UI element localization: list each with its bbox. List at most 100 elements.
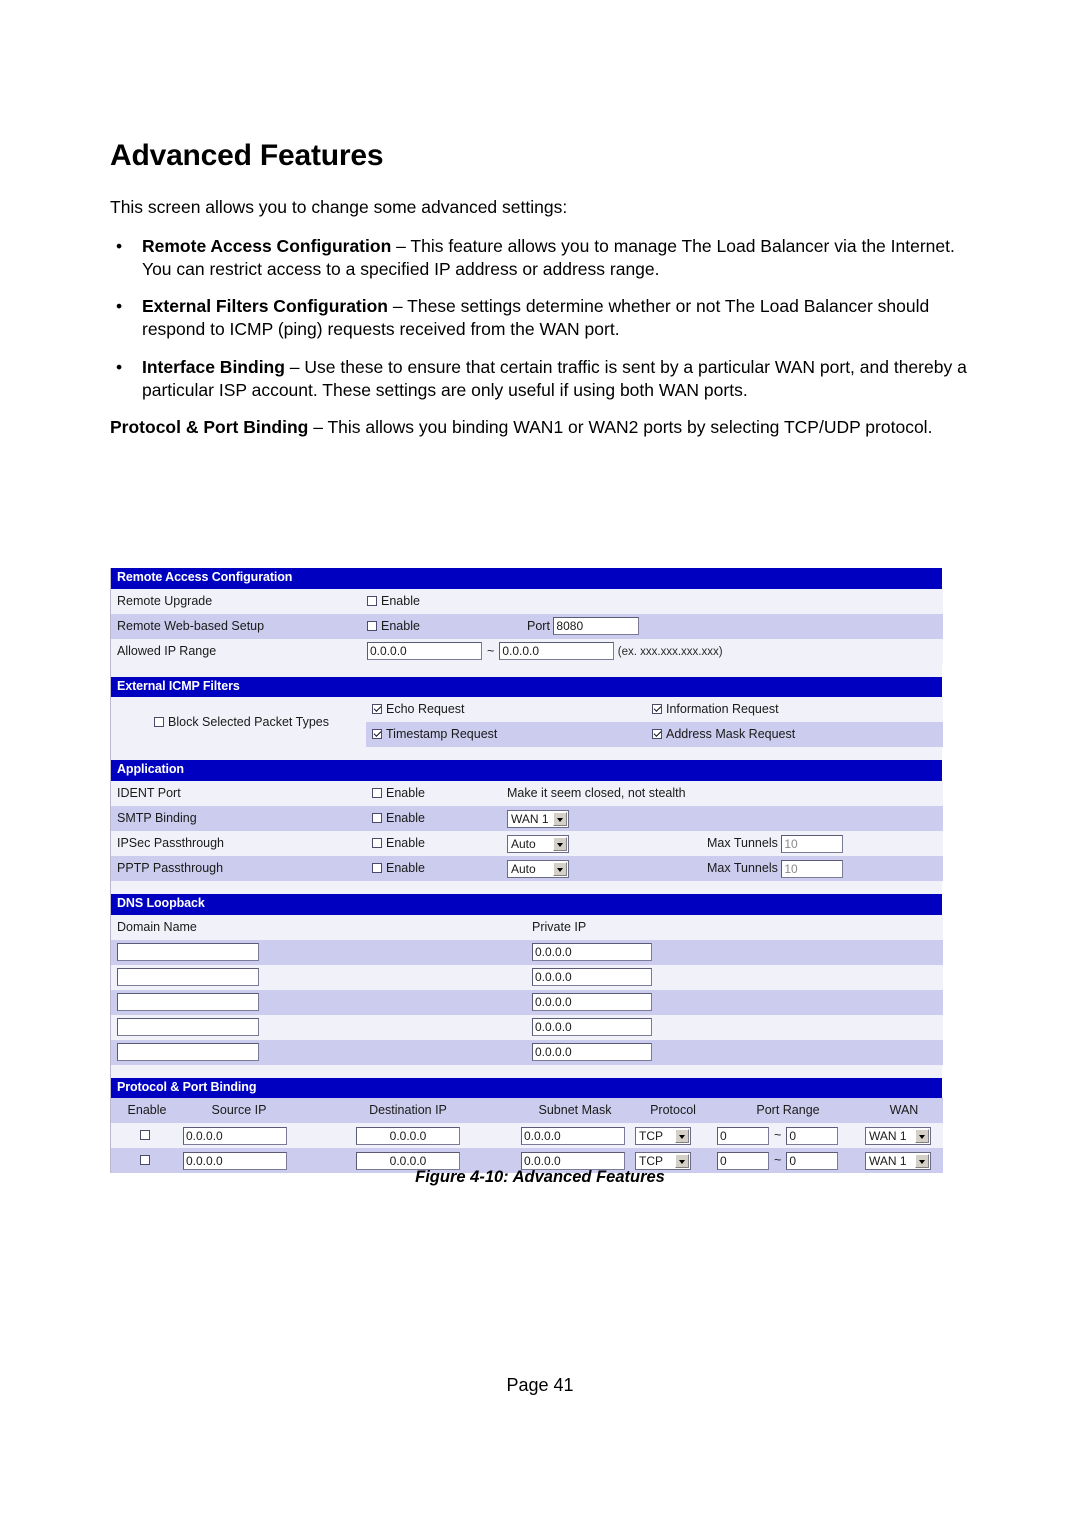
checkbox-information-request[interactable] (652, 704, 662, 715)
block-packet-types-cell[interactable]: Block Selected Packet Types (111, 697, 366, 748)
icmp-type-cell[interactable]: Information Request (646, 697, 943, 723)
select-smtp-binding-wan[interactable]: WAN 1 (507, 809, 569, 828)
ipsec-enable-cell[interactable]: Enable (366, 830, 501, 856)
select-ipsec-mode[interactable]: Auto (507, 834, 569, 853)
chevron-down-icon[interactable] (553, 836, 567, 851)
smtp-binding-enable-cell[interactable]: Enable (366, 805, 501, 831)
ident-port-enable-cell[interactable]: Enable (366, 780, 501, 806)
input-binding-port-from[interactable]: 0 (717, 1126, 769, 1145)
select-binding-protocol[interactable]: TCP (635, 1126, 691, 1145)
table-row: 0.0.0.0 (111, 1039, 943, 1065)
allowed-ip-from-input[interactable]: 0.0.0.0 (367, 642, 482, 661)
checkbox-label: Block Selected Packet Types (168, 714, 329, 729)
intro-paragraph: This screen allows you to change some ad… (110, 196, 568, 217)
checkbox-echo-request[interactable] (372, 704, 382, 715)
input-dns-private-ip[interactable]: 0.0.0.0 (532, 1018, 652, 1037)
icmp-type-cell[interactable]: Address Mask Request (646, 722, 943, 748)
pptp-enable-cell[interactable]: Enable (366, 855, 501, 881)
select-value: WAN 1 (511, 811, 549, 826)
bullet-term: Remote Access Configuration (142, 236, 392, 257)
checkbox-ipsec-passthrough-enable[interactable] (372, 838, 382, 848)
figure-advanced-features: Remote Access Configuration Remote Upgra… (110, 568, 944, 1174)
input-dns-domain-name[interactable] (117, 993, 259, 1012)
checkbox-binding-enable[interactable] (140, 1130, 150, 1141)
trailing-text: – This allows you binding WAN1 or WAN2 p… (308, 416, 933, 437)
input-binding-subnet-mask[interactable]: 0.0.0.0 (521, 1126, 625, 1145)
dns-domain-cell (111, 1014, 526, 1040)
page-number-footer: Page 41 (506, 1375, 574, 1395)
dns-domain-cell (111, 989, 526, 1015)
input-dns-domain-name[interactable] (117, 1043, 259, 1062)
binding-enable-cell[interactable] (111, 1123, 177, 1149)
column-header-private-ip: Private IP (526, 914, 943, 940)
chevron-down-icon[interactable] (553, 811, 567, 826)
ipsec-tunnels-cell: Max Tunnels 10 (701, 830, 943, 856)
input-ipsec-max-tunnels[interactable]: 10 (781, 834, 844, 853)
input-dns-private-ip[interactable]: 0.0.0.0 (532, 1043, 652, 1062)
port-input[interactable]: 8080 (553, 617, 640, 636)
binding-wan-cell: WAN 1 (859, 1123, 943, 1149)
checkbox-label: Enable (386, 786, 425, 800)
checkbox-block-selected-packet-types[interactable] (154, 716, 165, 727)
checkbox-label: Enable (386, 811, 425, 825)
checkbox-address-mask-request[interactable] (652, 729, 662, 740)
row-label-allowed-ip-range: Allowed IP Range (111, 638, 361, 664)
chevron-down-icon[interactable] (553, 861, 567, 876)
row-label-ipsec-passthrough: IPSec Passthrough (111, 830, 366, 856)
ip-format-hint: (ex. xxx.xxx.xxx.xxx) (617, 645, 723, 658)
smtp-binding-select-cell: WAN 1 (501, 805, 943, 831)
checkbox-remote-web-setup-enable[interactable] (367, 620, 377, 631)
checkbox-pptp-passthrough-enable[interactable] (372, 863, 382, 873)
binding-subnet-mask-cell: 0.0.0.0 (515, 1123, 629, 1149)
checkbox-label: Enable (386, 836, 425, 850)
range-separator: ~ (487, 643, 495, 658)
remote-upgrade-enable-cell[interactable]: Enable (361, 588, 944, 614)
chevron-down-icon[interactable] (675, 1153, 689, 1168)
checkbox-ident-port-enable[interactable] (372, 788, 382, 798)
input-binding-source-ip[interactable]: 0.0.0.0 (183, 1126, 287, 1145)
remote-web-setup-port-cell: Port 8080 (521, 613, 944, 639)
checkbox-binding-enable[interactable] (140, 1155, 150, 1166)
dns-domain-cell (111, 964, 526, 990)
spacer-row (111, 747, 942, 761)
column-header-destination-ip: Destination IP (295, 1098, 515, 1124)
checkbox-label: Information Request (666, 702, 779, 717)
section-header-port-binding: Protocol & Port Binding (111, 1077, 942, 1099)
range-separator: ~ (774, 1153, 782, 1168)
select-binding-wan[interactable]: WAN 1 (865, 1126, 931, 1145)
checkbox-timestamp-request[interactable] (372, 729, 382, 740)
input-dns-domain-name[interactable] (117, 968, 259, 987)
input-binding-port-to[interactable]: 0 (786, 1126, 839, 1145)
input-dns-private-ip[interactable]: 0.0.0.0 (532, 968, 652, 987)
checkbox-smtp-binding-enable[interactable] (372, 813, 382, 823)
input-dns-domain-name[interactable] (117, 1018, 259, 1037)
section-header-dns-loopback: DNS Loopback (111, 893, 942, 915)
input-dns-private-ip[interactable]: 0.0.0.0 (532, 993, 652, 1012)
dns-private-ip-cell: 0.0.0.0 (526, 939, 943, 965)
table-row: 0.0.0.0 (111, 939, 943, 965)
checkbox-label: Enable (381, 593, 420, 608)
input-binding-destination-ip[interactable]: 0.0.0.0 (356, 1126, 460, 1145)
column-header-enable: Enable (111, 1098, 177, 1124)
trailing-paragraph: Protocol & Port Binding – This allows yo… (110, 416, 980, 439)
table-header-row: Domain Name Private IP (111, 914, 943, 940)
document-body: Advanced Features This screen allows you… (110, 140, 980, 439)
checkbox-remote-upgrade-enable[interactable] (367, 595, 377, 606)
table-row: Remote Web-based Setup Enable Port 8080 (111, 613, 944, 639)
chevron-down-icon[interactable] (915, 1128, 929, 1143)
table-row: 0.0.0.0 (111, 964, 943, 990)
icmp-type-cell[interactable]: Echo Request (366, 697, 646, 723)
ipsec-select-cell: Auto (501, 830, 701, 856)
section-header-remote-access: Remote Access Configuration (111, 568, 942, 589)
chevron-down-icon[interactable] (675, 1128, 689, 1143)
remote-web-setup-enable-cell[interactable]: Enable (361, 613, 521, 639)
chevron-down-icon[interactable] (915, 1153, 929, 1168)
input-pptp-max-tunnels[interactable]: 10 (781, 859, 844, 878)
column-header-domain-name: Domain Name (111, 914, 526, 940)
select-pptp-mode[interactable]: Auto (507, 859, 569, 878)
icmp-type-cell[interactable]: Timestamp Request (366, 722, 646, 748)
table-row: Block Selected Packet Types Echo Request… (111, 697, 943, 748)
input-dns-private-ip[interactable]: 0.0.0.0 (532, 943, 652, 962)
allowed-ip-to-input[interactable]: 0.0.0.0 (499, 642, 615, 661)
input-dns-domain-name[interactable] (117, 943, 259, 962)
